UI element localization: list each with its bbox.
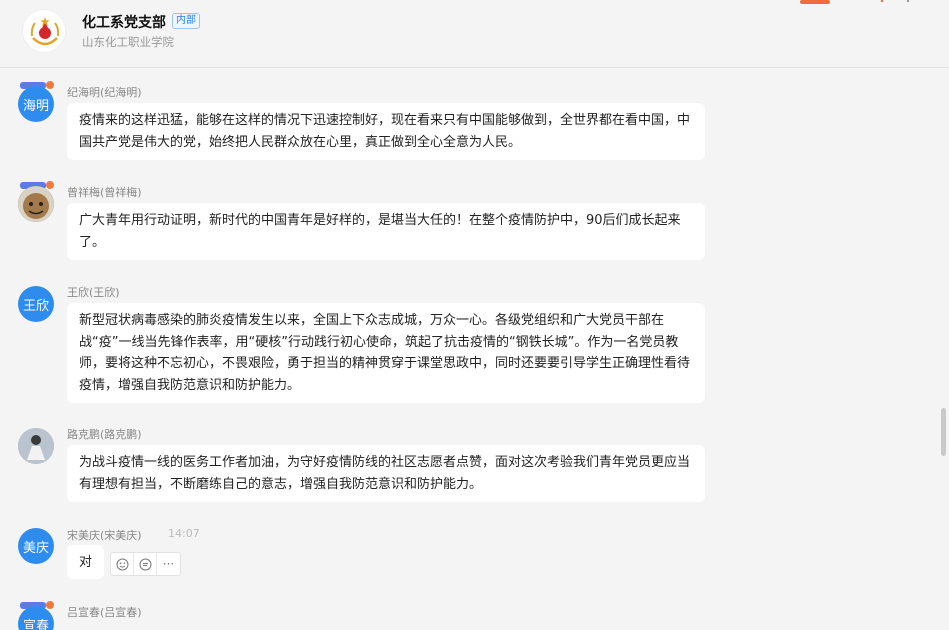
group-avatar[interactable] [22, 9, 66, 53]
sender-name[interactable]: 宋美庆(宋美庆) [67, 527, 142, 543]
message-actions: ··· [110, 552, 181, 576]
internal-badge: 内部 [172, 13, 200, 29]
message-bubble[interactable]: 对 [67, 545, 105, 579]
more-icon[interactable]: ··· [157, 553, 180, 575]
sender-name[interactable]: 曾祥梅(曾祥梅) [67, 184, 142, 200]
organization-name: 山东化工职业学院 [82, 35, 174, 49]
message-time: 14:07 [168, 527, 200, 540]
sender-name[interactable]: 王欣(王欣) [67, 284, 120, 300]
message-bubble[interactable]: 为战斗疫情一线的医务工作者加油，为守好疫情防线的社区志愿者点赞，面对这次考验我们… [67, 445, 705, 502]
avatar[interactable]: 海明 [18, 86, 54, 122]
avatar[interactable]: 美庆 [18, 528, 54, 564]
group-name: 化工系党支部 [82, 15, 166, 31]
cartoon-face-avatar-icon[interactable] [18, 186, 54, 222]
party-emblem-icon [24, 11, 65, 52]
window-edge-mark-icon [800, 0, 910, 4]
chat-header: 化工系党支部 内部 山东化工职业学院 [0, 0, 949, 68]
sender-name[interactable]: 纪海明(纪海明) [67, 84, 142, 100]
avatar[interactable]: 王欣 [18, 286, 54, 322]
sender-name[interactable]: 路克鹏(路克鹏) [67, 426, 142, 442]
photo-avatar-icon[interactable] [18, 428, 54, 464]
message-bubble[interactable]: 疫情来的这样迅猛，能够在这样的情况下迅速控制好，现在看来只有中国能够做到，全世界… [67, 103, 705, 160]
scrollbar[interactable] [941, 408, 946, 456]
message-bubble[interactable]: 广大青年用行动证明，新时代的中国青年是好样的，是堪当大任的！在整个疫情防护中，9… [67, 203, 705, 260]
emoji-react-icon[interactable] [111, 553, 134, 575]
message-bubble[interactable]: 新型冠状病毒感染的肺炎疫情发生以来，全国上下众志成城，万众一心。各级党组织和广大… [67, 303, 705, 403]
reply-icon[interactable] [134, 553, 157, 575]
sender-name[interactable]: 吕宣春(吕宣春) [67, 604, 142, 620]
